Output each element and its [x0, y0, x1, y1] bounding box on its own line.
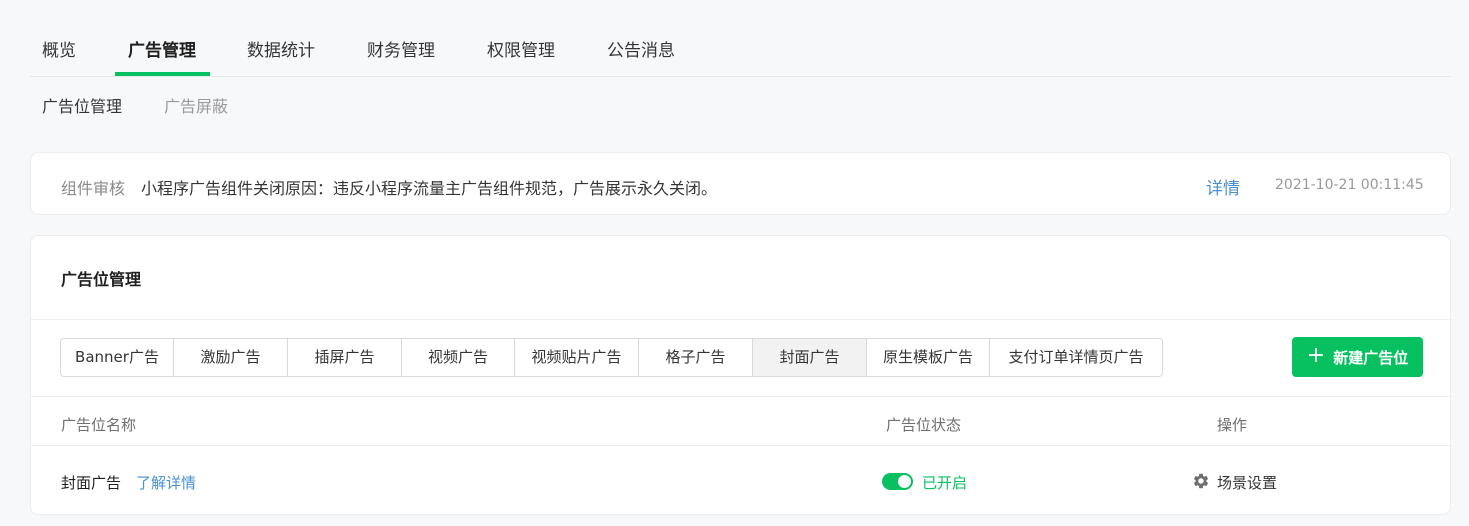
page: 概览 广告管理 数据统计 财务管理 权限管理 公告消息 广告位管理 广告屏蔽 组…: [0, 0, 1469, 526]
ad-slot-card: 广告位管理 Banner广告 激励广告 插屏广告 视频广告 视频贴片广告 格子广…: [30, 235, 1452, 515]
active-tab-indicator: [115, 72, 210, 76]
tab-finance-management[interactable]: 财务管理: [367, 36, 435, 61]
top-nav: 概览 广告管理 数据统计 财务管理 权限管理 公告消息: [30, 0, 1451, 77]
section-title: 广告位管理: [61, 270, 142, 289]
tab-data-statistics[interactable]: 数据统计: [247, 36, 315, 61]
ad-type-video-patch[interactable]: 视频贴片广告: [515, 339, 639, 376]
tab-ad-management[interactable]: 广告管理: [128, 36, 196, 61]
divider: [31, 396, 1452, 397]
ad-type-grid[interactable]: 格子广告: [639, 339, 753, 376]
tab-permission-management[interactable]: 权限管理: [487, 36, 555, 61]
ad-type-native-template[interactable]: 原生模板广告: [867, 339, 990, 376]
column-header-name: 广告位名称: [61, 416, 137, 434]
ad-type-video[interactable]: 视频广告: [402, 339, 515, 376]
scene-settings-link[interactable]: 场景设置: [1217, 472, 1277, 493]
subnav-ad-blocking[interactable]: 广告屏蔽: [164, 93, 228, 117]
ad-type-banner[interactable]: Banner广告: [61, 339, 174, 376]
status-text: 已开启: [922, 474, 968, 492]
new-ad-slot-button[interactable]: + 新建广告位: [1292, 337, 1423, 377]
new-ad-slot-label: 新建广告位: [1333, 348, 1409, 367]
column-header-actions: 操作: [1217, 416, 1248, 434]
ad-slot-name: 封面广告: [61, 474, 122, 492]
divider: [31, 445, 1452, 446]
toggle-knob: [898, 475, 911, 488]
ad-type-segmented-control: Banner广告 激励广告 插屏广告 视频广告 视频贴片广告 格子广告 封面广告…: [60, 338, 1163, 377]
subnav-ad-slot-management[interactable]: 广告位管理: [42, 93, 122, 117]
learn-more-link[interactable]: 了解详情: [136, 472, 196, 493]
ad-type-rewarded[interactable]: 激励广告: [174, 339, 288, 376]
notice-detail-link[interactable]: 详情: [1206, 174, 1240, 199]
notice-timestamp: 2021-10-21 00:11:45: [1275, 177, 1424, 193]
notice-message: 小程序广告组件关闭原因：违反小程序流量主广告组件规范，广告展示永久关闭。: [141, 179, 718, 198]
notice-tag: 组件审核: [61, 179, 126, 198]
ad-type-payment-order[interactable]: 支付订单详情页广告: [990, 339, 1162, 376]
notice-card: 组件审核 小程序广告组件关闭原因：违反小程序流量主广告组件规范，广告展示永久关闭…: [30, 152, 1451, 215]
gear-icon[interactable]: [1192, 472, 1210, 490]
tab-overview[interactable]: 概览: [42, 36, 76, 61]
ad-type-cover[interactable]: 封面广告: [753, 339, 867, 376]
plus-icon: +: [1306, 343, 1326, 368]
divider: [31, 319, 1452, 320]
tab-announcements[interactable]: 公告消息: [607, 36, 675, 61]
status-toggle[interactable]: [882, 473, 913, 490]
column-header-status: 广告位状态: [886, 416, 962, 434]
ad-type-interstitial[interactable]: 插屏广告: [288, 339, 402, 376]
